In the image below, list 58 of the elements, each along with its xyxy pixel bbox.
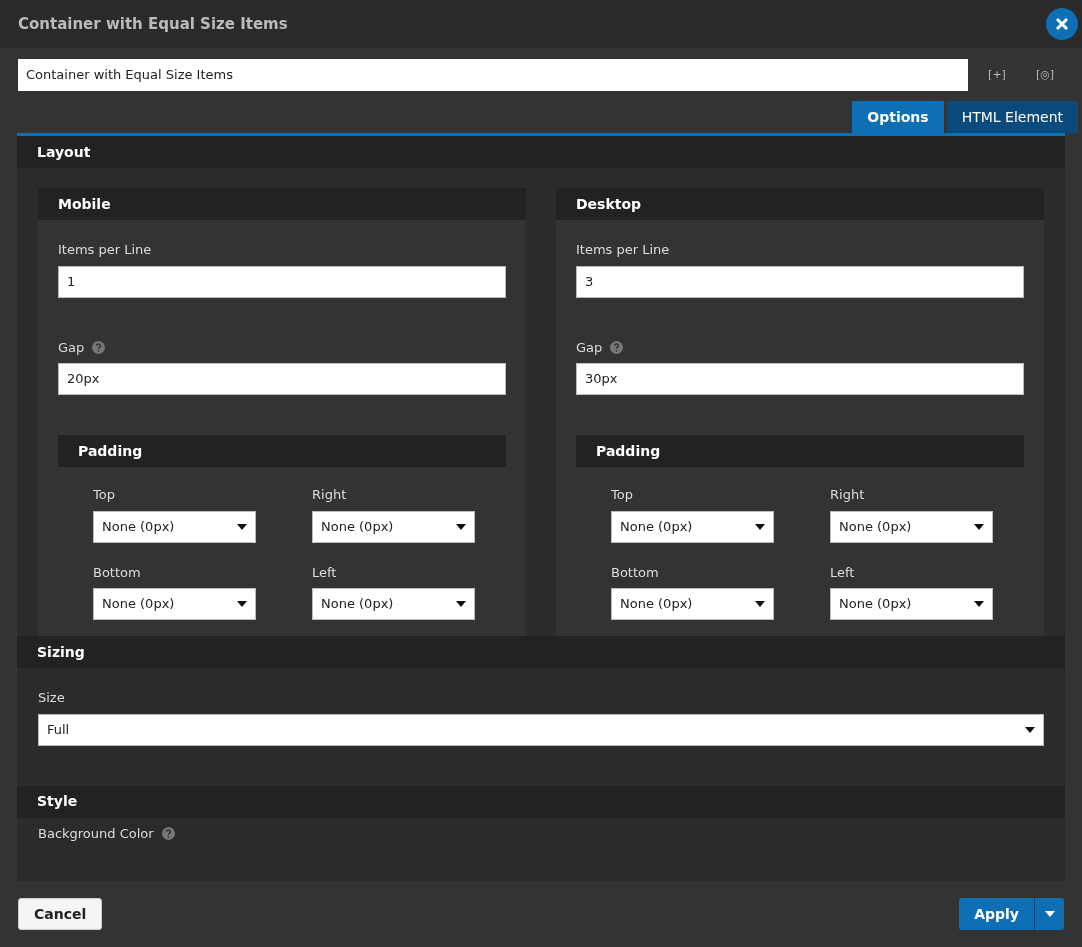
field-label: Right <box>830 486 866 504</box>
field-label: Top <box>611 486 634 504</box>
section-header: Padding <box>576 435 1024 467</box>
dropdown[interactable]: None (0px) <box>93 588 256 620</box>
toolbar-button[interactable]: [◎] <box>1026 66 1064 84</box>
field-label: Top <box>93 486 116 504</box>
field-label: Background Color <box>38 824 154 843</box>
caret-icon <box>755 523 765 530</box>
apply-menu-button[interactable] <box>1034 898 1064 930</box>
caret-icon <box>456 523 466 530</box>
input-field[interactable]: 1 <box>58 265 506 298</box>
caret-icon <box>755 601 765 607</box>
dropdown[interactable]: Full <box>38 713 1044 746</box>
toolbar-button[interactable]: [+] <box>978 66 1016 84</box>
section-header: Layout <box>17 136 1065 168</box>
section-header: Style <box>17 785 1065 818</box>
name-field[interactable]: Container with Equal Size Items <box>18 59 968 91</box>
help-icon <box>161 826 175 840</box>
field-label: Left <box>830 563 856 582</box>
dropdown[interactable]: None (0px) <box>93 510 256 543</box>
close-icon <box>1055 17 1069 31</box>
caret-icon <box>456 601 466 607</box>
field-label: Bottom <box>93 563 142 582</box>
apply-button[interactable]: Apply <box>959 898 1034 930</box>
dropdown[interactable]: None (0px) <box>830 588 993 620</box>
tab[interactable]: Options <box>852 101 944 133</box>
cancel-button[interactable]: Cancel <box>18 898 103 930</box>
dropdown[interactable]: None (0px) <box>312 588 475 620</box>
section-header: Sizing <box>17 636 1065 668</box>
dropdown[interactable]: None (0px) <box>611 588 774 620</box>
field-label: Items per Line <box>58 241 153 259</box>
input-field[interactable]: 20px <box>58 363 506 395</box>
caret-icon <box>974 601 984 607</box>
caret-icon <box>237 601 247 607</box>
dropdown[interactable]: None (0px) <box>611 510 774 543</box>
input-field[interactable]: 30px <box>576 363 1024 395</box>
caret-icon <box>974 523 984 530</box>
close-button[interactable] <box>1046 8 1078 40</box>
field-label: Gap <box>58 338 85 357</box>
help-icon <box>92 340 106 354</box>
input-field[interactable]: 3 <box>576 265 1024 298</box>
field-label: Gap <box>576 338 603 357</box>
window-title: Container with Equal Size Items <box>18 13 288 35</box>
section-header: Padding <box>58 435 506 467</box>
field-label: Size <box>38 689 66 707</box>
caret-icon <box>237 523 247 530</box>
field-label: Right <box>312 486 348 504</box>
dropdown[interactable]: None (0px) <box>830 510 993 543</box>
tab[interactable]: HTML Element <box>946 101 1078 133</box>
field-label: Left <box>312 563 338 582</box>
caret-icon <box>1044 911 1055 917</box>
section-header: Mobile <box>38 188 526 220</box>
field-label: Bottom <box>611 563 660 582</box>
section-header: Desktop <box>556 188 1044 220</box>
help-icon <box>610 340 624 354</box>
field-label: Items per Line <box>576 241 671 259</box>
dropdown[interactable]: None (0px) <box>312 510 475 543</box>
caret-icon <box>1025 726 1035 733</box>
